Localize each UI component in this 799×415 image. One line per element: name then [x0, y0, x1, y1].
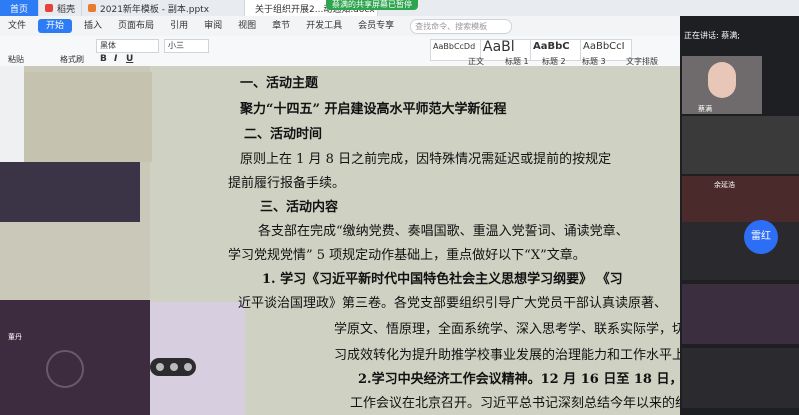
render-artifact [24, 72, 152, 162]
participant-video-tile[interactable]: 蔡满 [682, 56, 762, 114]
menu-view[interactable]: 视图 [230, 16, 264, 36]
menu-member[interactable]: 会员专享 [350, 16, 402, 36]
tab-home[interactable]: 首页 [0, 0, 39, 16]
meeting-controls[interactable] [150, 358, 196, 376]
paste-button[interactable]: 粘贴 [8, 54, 24, 65]
menu-sections[interactable]: 章节 [264, 16, 298, 36]
menu-insert[interactable]: 插入 [76, 16, 110, 36]
tab-label: 稻壳 [57, 4, 76, 15]
participant-avatar-tile[interactable]: 雷红 [682, 220, 799, 280]
control-dot [184, 363, 192, 371]
menu-file[interactable]: 文件 [0, 16, 34, 36]
doc-theme: 聚力“十四五” 开启建设高水平师范大学新征程 [240, 102, 507, 117]
doc-item-2: 2.学习中央经济工作会议精神。12 月 16 日至 18 日，中央经济 [358, 372, 735, 387]
doc-paragraph: 原则上在 1 月 8 日之前完成，因特殊情况需延迟或提前的按规定 [240, 152, 612, 167]
participant-tile-left: 董丹 [0, 300, 150, 415]
format-painter-button[interactable]: 格式刷 [60, 54, 84, 65]
menu-references[interactable]: 引用 [162, 16, 196, 36]
command-search-input[interactable]: 查找命令、搜索模板 [410, 18, 513, 34]
tab-docer[interactable]: 稻壳 [39, 0, 83, 16]
menu-page-layout[interactable]: 页面布局 [110, 16, 162, 36]
doc-paragraph: 近平谈治国理政》第三卷。各党支部要组织引导广大党员干部认真读原著、 [238, 296, 668, 311]
doc-heading-3: 三、活动内容 [260, 200, 339, 215]
font-name-select[interactable]: 黑体 [96, 39, 159, 53]
doc-paragraph: 学习党规党情” 5 项规定动作基础上，重点做好以下“X”文章。 [228, 248, 586, 263]
doc-paragraph: 习成效转化为提升助推学校事业发展的治理能力和工作水平上来。 [334, 348, 712, 363]
participant-name: 蔡满 [698, 105, 712, 113]
meeting-panel: 正在讲话: 蔡满; 蔡满 余延浩 雷红 [680, 16, 799, 415]
italic-button[interactable]: I [114, 54, 117, 64]
control-dot [170, 363, 178, 371]
participant-name: 董丹 [8, 333, 22, 341]
font-size-select[interactable]: 小三 [164, 39, 209, 53]
participant-video-tile[interactable]: 余延浩 [682, 176, 799, 222]
tab-label: 2021新年模板 - 副本.pptx [100, 4, 210, 15]
participant-name: 余延浩 [714, 181, 735, 189]
doc-paragraph: 学原文、悟原理，全面系统学、深入思考学、联系实际学，切实把学 [334, 322, 725, 337]
ribbon-toolbar: 粘贴 格式刷 黑体 小三 B I U AaBbCcDd AaBl AaBbC A… [0, 36, 680, 67]
participant-avatar [46, 350, 84, 388]
control-dot [156, 363, 164, 371]
style-preview: AaBbC [533, 41, 570, 52]
menu-start[interactable]: 开始 [38, 19, 73, 33]
participant-video-tile[interactable] [682, 348, 799, 408]
doc-paragraph: 提前履行报备手续。 [228, 176, 346, 191]
underline-button[interactable]: U [126, 54, 133, 64]
menu-review[interactable]: 审阅 [196, 16, 230, 36]
participant-video-tile[interactable] [682, 116, 799, 174]
doc-heading-1: 一、活动主题 [240, 76, 319, 91]
speaking-indicator: 正在讲话: 蔡满; [684, 31, 740, 40]
doc-item-1: 1. 学习《习近平新时代中国特色社会主义思想学习纲要》 《习 [262, 272, 623, 287]
style-preview: AaBbCcDd [433, 42, 476, 51]
style-preview: AaBbCcI [583, 41, 625, 52]
participant-avatar: 雷红 [744, 220, 778, 254]
doc-paragraph: 各支部在完成“缴纳党费、奏唱国歌、重温入党誓词、诵读党章、 [258, 224, 629, 239]
menu-developer[interactable]: 开发工具 [298, 16, 350, 36]
participant-video-tile[interactable] [682, 284, 799, 344]
docer-icon [45, 4, 53, 12]
bold-button[interactable]: B [100, 54, 107, 64]
render-artifact [0, 162, 140, 222]
menu-bar: 文件 开始 插入 页面布局 引用 审阅 视图 章节 开发工具 会员专享 查找命令… [0, 16, 680, 36]
presentation-icon [88, 4, 97, 12]
left-sidebar [0, 66, 24, 162]
doc-heading-2: 二、活动时间 [244, 127, 323, 142]
screen-share-banner: 蔡满的共享屏幕已暂停 [326, 0, 418, 10]
style-preview: AaBl [483, 39, 515, 55]
participant-face [708, 62, 736, 98]
tab-pptx[interactable]: 2021新年模板 - 副本.pptx [82, 0, 246, 16]
